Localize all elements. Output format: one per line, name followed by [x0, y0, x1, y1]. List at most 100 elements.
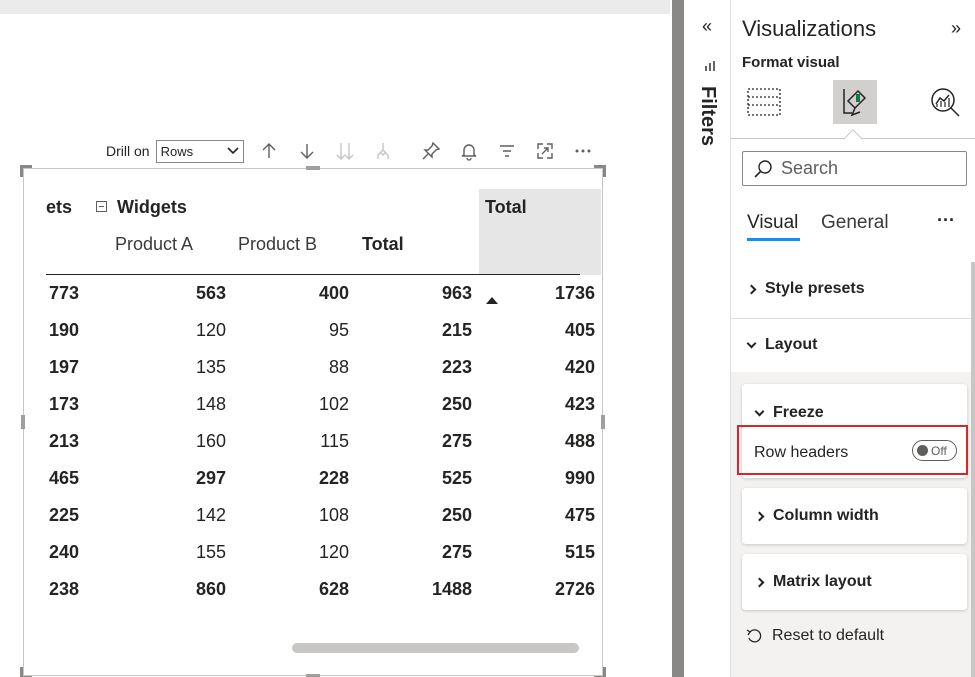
table-row[interactable]: 197 135 88 223 420: [46, 349, 595, 386]
table-row[interactable]: 240 155 120 275 515: [46, 534, 595, 571]
resize-corner-bottom-right[interactable]: [594, 667, 606, 677]
more-options-icon[interactable]: [564, 134, 602, 168]
table-cell: 160: [195, 431, 226, 451]
table-cell: 773: [48, 283, 79, 303]
chevron-right-icon: [754, 511, 765, 521]
table-cell: 990: [564, 468, 595, 488]
table-cell: 197: [48, 357, 79, 377]
format-visual-icon[interactable]: [833, 80, 877, 124]
visual-header-toolbar: Drill on Rows: [102, 134, 602, 168]
table-cell: 148: [195, 394, 226, 414]
format-pane-scrollbar[interactable]: [971, 262, 975, 677]
build-visual-icon[interactable]: [742, 80, 786, 124]
table-row[interactable]: 213 160 115 275 488: [46, 423, 595, 460]
chevron-right-icon: [754, 577, 765, 587]
matrix-visual[interactable]: ets Widgets Total Product A Product B To…: [20, 165, 606, 677]
table-cell: 115: [320, 431, 349, 451]
table-cell: 142: [195, 505, 226, 525]
chevron-down-icon: [746, 338, 757, 348]
table-cell: 225: [48, 505, 79, 525]
table-row[interactable]: 190 120 95 215 405: [46, 312, 595, 349]
filter-funnel-icon: [705, 61, 715, 71]
matrix-header-row-1: ets Widgets Total: [46, 189, 580, 229]
matrix-header-row-2: Product A Product B Total: [46, 229, 580, 304]
table-cell: 515: [564, 542, 595, 562]
row-headers-toggle[interactable]: Off: [912, 440, 957, 461]
collapse-group-icon[interactable]: [96, 201, 107, 212]
table-cell: 475: [564, 505, 595, 525]
table-cell: 190: [48, 320, 79, 340]
more-options-icon[interactable]: ···: [937, 210, 955, 231]
filters-label[interactable]: Filters: [696, 86, 719, 146]
grand-total-header[interactable]: Total: [485, 197, 527, 218]
drill-up-icon[interactable]: [250, 134, 288, 168]
alert-bell-icon[interactable]: [450, 134, 488, 168]
table-cell: 95: [328, 320, 349, 340]
column-width-header[interactable]: Column width: [754, 507, 879, 525]
table-cell: 228: [318, 468, 349, 488]
table-cell: 102: [318, 394, 349, 414]
expand-all-icon[interactable]: [364, 134, 402, 168]
report-canvas: Drill on Rows ets Widgets Total Product …: [0, 0, 670, 677]
resize-corner-bottom-left[interactable]: [20, 667, 32, 677]
layout-label: Layout: [765, 336, 818, 353]
style-presets-label: Style presets: [765, 280, 865, 297]
drill-on-select[interactable]: Rows: [155, 139, 244, 163]
focus-mode-icon[interactable]: [526, 134, 564, 168]
widgets-total-header[interactable]: Total: [362, 234, 404, 255]
table-cell: 215: [441, 320, 472, 340]
matrix-layout-card[interactable]: Matrix layout: [742, 554, 967, 610]
pane-mode-icons: [731, 76, 975, 149]
freeze-card-header[interactable]: Freeze: [754, 404, 824, 422]
table-row[interactable]: 225 142 108 250 475: [46, 497, 595, 534]
column-width-card[interactable]: Column width: [742, 488, 967, 544]
pin-icon[interactable]: [412, 134, 450, 168]
table-cell: 223: [441, 357, 472, 377]
style-presets-section[interactable]: Style presets: [746, 280, 865, 298]
table-row[interactable]: 173 148 102 250 423: [46, 386, 595, 423]
table-cell: 400: [318, 283, 349, 303]
filters-pane-collapsed[interactable]: « Filters: [686, 0, 731, 677]
collapse-pane-icon[interactable]: »: [951, 18, 961, 39]
resize-corner-top-right[interactable]: [594, 165, 606, 177]
table-row[interactable]: 238 860 628 1488 2726: [46, 571, 595, 608]
resize-corner-top-left[interactable]: [20, 165, 32, 177]
table-row[interactable]: 465 297 228 525 990: [46, 460, 595, 497]
table-cell: 423: [564, 394, 595, 414]
search-placeholder: Search: [781, 158, 839, 178]
table-cell: 420: [564, 357, 595, 377]
widgets-group-header[interactable]: Widgets: [117, 197, 187, 218]
resize-handle-top[interactable]: [306, 166, 320, 170]
reset-icon: [746, 629, 762, 643]
expand-next-level-icon[interactable]: [326, 134, 364, 168]
search-icon: [754, 159, 772, 178]
filter-icon[interactable]: [488, 134, 526, 168]
table-cell: 1488: [431, 579, 472, 599]
analytics-icon[interactable]: [923, 80, 967, 124]
matrix-body: 773 563 400 963 1736 190 120 95 215 405 197 135 88 22…: [46, 275, 595, 608]
freeze-label: Freeze: [773, 404, 824, 421]
table-cell: 250: [441, 394, 472, 414]
tab-visual[interactable]: Visual: [747, 212, 798, 234]
table-cell: 213: [48, 431, 79, 451]
layout-section[interactable]: Layout: [746, 336, 818, 354]
table-row[interactable]: 773 563 400 963 1736: [46, 275, 595, 312]
tab-general[interactable]: General: [821, 212, 889, 234]
product-b-header[interactable]: Product B: [238, 234, 317, 255]
toggle-knob: [917, 445, 928, 456]
table-cell: 488: [564, 431, 595, 451]
matrix-layout-header[interactable]: Matrix layout: [754, 573, 872, 591]
table-cell: 135: [195, 357, 226, 377]
resize-handle-right[interactable]: [601, 415, 605, 429]
reset-to-default-button[interactable]: Reset to default: [746, 627, 884, 645]
expand-filters-icon[interactable]: «: [702, 16, 712, 37]
resize-handle-left[interactable]: [21, 415, 25, 429]
product-a-header[interactable]: Product A: [115, 234, 193, 255]
row-headers-label: Row headers: [754, 444, 849, 461]
table-cell: 405: [564, 320, 595, 340]
horizontal-scrollbar[interactable]: [292, 643, 579, 653]
partial-column-header: ets: [46, 197, 73, 217]
drill-down-icon[interactable]: [288, 134, 326, 168]
search-input[interactable]: Search: [742, 151, 967, 186]
canvas-vertical-scrollbar[interactable]: [672, 0, 684, 677]
